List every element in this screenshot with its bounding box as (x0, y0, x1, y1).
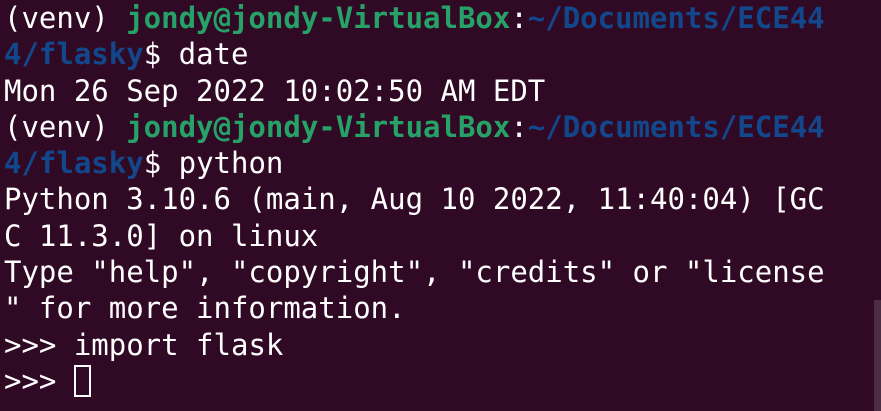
command-output: C 11.3.0] on linux (4, 218, 319, 253)
prompt-colon: : (510, 109, 528, 144)
working-directory: ~/Documents/ECE44 (527, 1, 825, 35)
prompt-colon: : (510, 1, 528, 35)
prompt-symbol: $ (143, 37, 179, 72)
text-cursor (73, 364, 91, 397)
terminal-window[interactable]: (venv) jondy@jondy-VirtualBox:~/Document… (0, 0, 881, 411)
typed-command: import flask (73, 327, 284, 362)
venv-label: (venv) (4, 1, 127, 35)
command-output: Mon 26 Sep 2022 10:02:50 AM EDT (4, 73, 546, 108)
typed-command: python (178, 146, 284, 181)
working-directory: ~/Documents/ECE44 (527, 109, 825, 144)
command-output: " for more information. (4, 291, 406, 326)
repl-prompt: >>> (4, 363, 74, 398)
prompt-symbol: $ (143, 146, 179, 181)
venv-label: (venv) (4, 109, 127, 144)
repl-prompt: >>> (4, 327, 74, 362)
working-directory-continued: 4/flasky (4, 37, 144, 72)
user-host: jondy@jondy-VirtualBox (126, 109, 511, 144)
user-host: jondy@jondy-VirtualBox (126, 1, 511, 35)
repl-line: >>> import flask (4, 327, 881, 363)
prompt-line-continued: 4/flasky$ python (4, 145, 881, 181)
typed-command: date (178, 37, 249, 72)
working-directory-continued: 4/flasky (4, 146, 144, 181)
scrollbar[interactable] (874, 300, 881, 411)
prompt-line: (venv) jondy@jondy-VirtualBox:~/Document… (4, 109, 881, 145)
prompt-line: (venv) jondy@jondy-VirtualBox:~/Document… (4, 0, 881, 36)
command-output: Type "help", "copyright", "credits" or "… (4, 255, 825, 290)
repl-input-line[interactable]: >>> (4, 363, 881, 399)
command-output: Python 3.10.6 (main, Aug 10 2022, 11:40:… (4, 182, 825, 217)
prompt-line-continued: 4/flasky$ date (4, 36, 881, 72)
